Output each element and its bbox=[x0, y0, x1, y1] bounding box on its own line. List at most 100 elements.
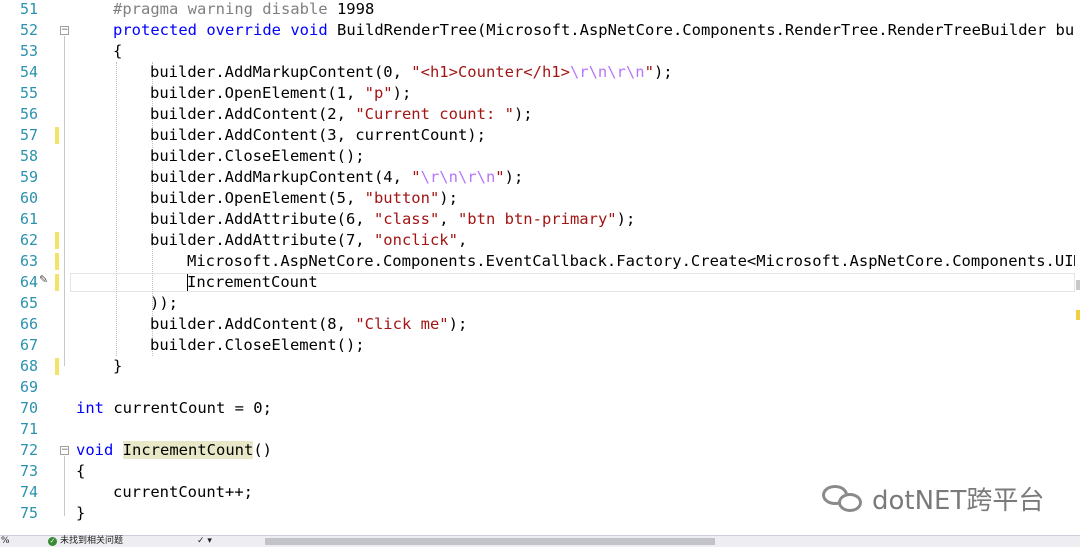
code-token: () bbox=[253, 441, 272, 459]
highlighted-reference[interactable]: IncrementCount bbox=[122, 441, 254, 459]
line-number: 73 bbox=[19, 462, 38, 480]
code-token: ); bbox=[392, 84, 412, 102]
string-literal: " bbox=[411, 168, 421, 186]
string-literal: "p" bbox=[364, 84, 393, 102]
line-number: 57 bbox=[19, 126, 38, 144]
line-number: 66 bbox=[19, 315, 38, 333]
zoom-level[interactable]: % bbox=[1, 536, 10, 547]
line-number: 62 bbox=[19, 231, 38, 249]
string-literal: "button" bbox=[364, 189, 440, 207]
code-line-65: )); bbox=[150, 294, 178, 312]
line-number: 69 bbox=[19, 378, 38, 396]
scroll-marker bbox=[1076, 310, 1080, 320]
code-line-73: { bbox=[76, 462, 86, 480]
code-line-57: builder.AddContent(3, currentCount); bbox=[150, 126, 486, 144]
line-number: 65 bbox=[19, 294, 38, 312]
collapse-toggle[interactable]: − bbox=[60, 26, 69, 35]
string-literal: "Current count: " bbox=[355, 105, 514, 123]
scroll-marker bbox=[1076, 280, 1080, 290]
line-number: 51 bbox=[19, 0, 38, 18]
fold-guide bbox=[64, 456, 65, 516]
escape-sequence: \r\n\r\n bbox=[420, 168, 496, 186]
code-token: ); bbox=[616, 210, 636, 228]
code-token: 1998 bbox=[327, 0, 375, 18]
code-line-75: } bbox=[76, 504, 86, 522]
keyword: void bbox=[290, 21, 328, 39]
escape-sequence: \r\n\r\n bbox=[569, 63, 645, 81]
code-token: builder.OpenElement(5, bbox=[150, 189, 365, 207]
string-literal: " bbox=[495, 168, 505, 186]
code-token: builder.AddContent(8, bbox=[150, 315, 356, 333]
code-line-66: builder.AddContent(8, "Click me"); bbox=[150, 314, 467, 335]
line-number: 74 bbox=[19, 483, 38, 501]
line-number: 67 bbox=[19, 336, 38, 354]
line-number-gutter: 51 52 53 54 55 56 57 58 59 60 61 62 63 6… bbox=[0, 0, 69, 535]
line-number: 60 bbox=[19, 189, 38, 207]
code-token: builder.OpenElement(1, bbox=[150, 84, 365, 102]
indent-guide bbox=[116, 62, 117, 356]
text-caret bbox=[187, 274, 188, 291]
line-number: 53 bbox=[19, 42, 38, 60]
vertical-scrollbar[interactable] bbox=[1075, 0, 1080, 535]
code-editor[interactable]: 51 52 53 54 55 56 57 58 59 60 61 62 63 6… bbox=[0, 0, 1080, 535]
code-line-51: #pragma warning disable 1998 bbox=[113, 0, 374, 20]
code-line-62: builder.AddAttribute(7, "onclick", bbox=[150, 230, 467, 251]
line-number: 68 bbox=[19, 357, 38, 375]
code-line-70: int currentCount = 0; bbox=[76, 398, 272, 419]
code-line-55: builder.OpenElement(1, "p"); bbox=[150, 83, 411, 104]
collapse-toggle[interactable]: − bbox=[60, 446, 69, 455]
code-cleanup-dropdown[interactable]: ✓ ▾ bbox=[197, 536, 212, 547]
change-marker bbox=[55, 232, 59, 249]
line-number: 58 bbox=[19, 147, 38, 165]
edit-pencil-icon: ✎ bbox=[39, 273, 49, 286]
line-number: 63 bbox=[19, 252, 38, 270]
code-token: , bbox=[457, 231, 468, 249]
check-icon: ✓ bbox=[48, 537, 57, 546]
line-number: 54 bbox=[19, 63, 38, 81]
line-number: 64 bbox=[19, 273, 38, 291]
code-line-72: void IncrementCount() bbox=[76, 440, 272, 461]
keyword: override bbox=[206, 21, 281, 39]
code-token: ); bbox=[439, 189, 458, 207]
code-token: ); bbox=[448, 315, 468, 333]
horizontal-scrollbar-thumb[interactable] bbox=[265, 538, 715, 545]
code-line-64: IncrementCount bbox=[187, 273, 318, 291]
change-marker bbox=[55, 127, 59, 144]
keyword: protected bbox=[113, 21, 197, 39]
code-token: builder.AddAttribute(6, bbox=[150, 210, 374, 228]
code-line-53: { bbox=[113, 42, 123, 60]
editor-statusbar: % ✓ 未找到相关问题 ✓ ▾ bbox=[0, 535, 1080, 547]
code-line-56: builder.AddContent(2, "Current count: ")… bbox=[150, 104, 533, 125]
line-number: 55 bbox=[19, 84, 38, 102]
fold-guide bbox=[64, 36, 65, 366]
string-literal: "onclick" bbox=[373, 231, 458, 249]
line-number: 56 bbox=[19, 105, 38, 123]
issues-status[interactable]: 未找到相关问题 bbox=[60, 536, 123, 547]
keyword: int bbox=[76, 399, 104, 417]
keyword: void bbox=[76, 441, 114, 459]
code-line-52: protected override void BuildRenderTree(… bbox=[113, 20, 1074, 41]
line-number: 72 bbox=[19, 441, 38, 459]
watermark: dotNET跨平台 bbox=[820, 478, 1044, 518]
code-token: currentCount = 0; bbox=[104, 399, 272, 417]
code-token: ); bbox=[653, 63, 673, 81]
code-token: builder.AddAttribute(7, bbox=[150, 231, 374, 249]
line-number: 61 bbox=[19, 210, 38, 228]
preprocessor-directive: #pragma warning disable bbox=[113, 0, 328, 18]
string-literal: "class" bbox=[373, 210, 440, 228]
code-line-63: Microsoft.AspNetCore.Components.EventCal… bbox=[187, 252, 1080, 270]
code-token: builder.AddContent(2, bbox=[150, 105, 356, 123]
line-number: 71 bbox=[19, 420, 38, 438]
code-line-61: builder.AddAttribute(6, "class", "btn bt… bbox=[150, 209, 635, 230]
code-token: , bbox=[439, 210, 458, 228]
line-number: 52 bbox=[19, 21, 38, 39]
string-literal: "btn btn-primary" bbox=[457, 210, 617, 228]
string-literal: " bbox=[644, 63, 654, 81]
code-area[interactable]: #pragma warning disable 1998 protected o… bbox=[76, 0, 1080, 535]
code-line-68: } bbox=[113, 357, 123, 375]
change-marker bbox=[55, 253, 59, 270]
change-marker bbox=[55, 274, 59, 291]
line-number: 59 bbox=[19, 168, 38, 186]
code-token: BuildRenderTree(Microsoft.AspNetCore.Com… bbox=[327, 21, 1075, 39]
